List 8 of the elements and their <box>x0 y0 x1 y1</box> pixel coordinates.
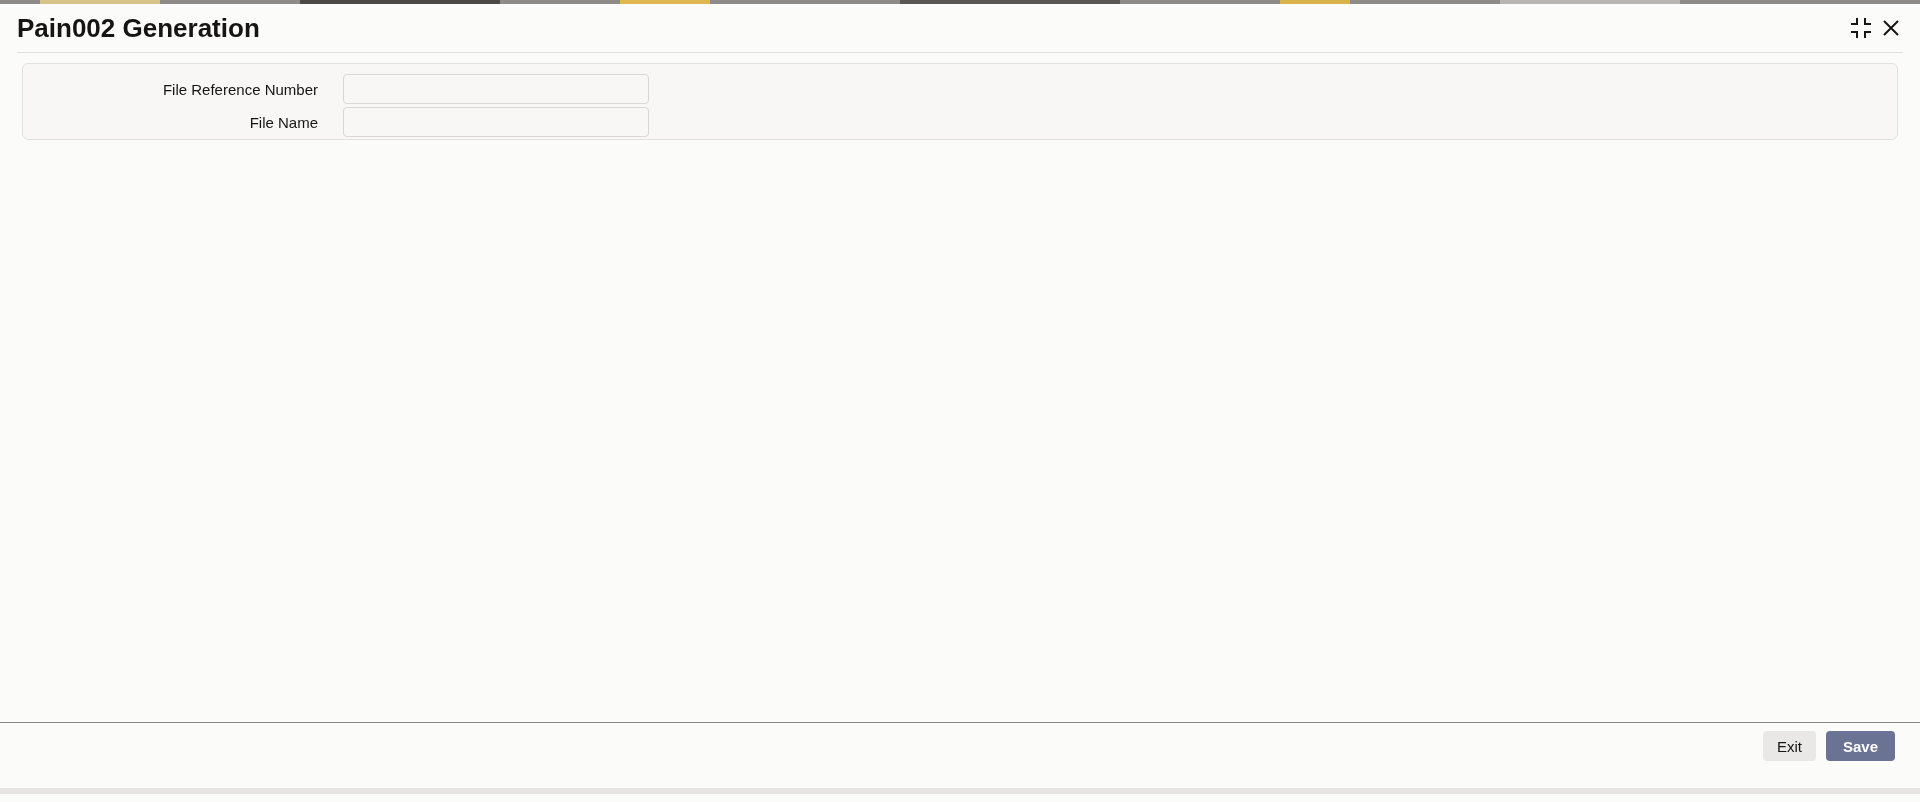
field-label: File Reference Number <box>161 80 318 98</box>
exit-button[interactable]: Exit <box>1762 731 1816 761</box>
input-field[interactable] <box>343 74 649 104</box>
field-label: File Name <box>248 113 318 131</box>
input-field[interactable] <box>343 107 649 137</box>
minimize-icon[interactable] <box>1849 16 1873 40</box>
save-button[interactable]: Save <box>1825 731 1895 761</box>
window-title: Pain002 Generation <box>17 12 261 44</box>
